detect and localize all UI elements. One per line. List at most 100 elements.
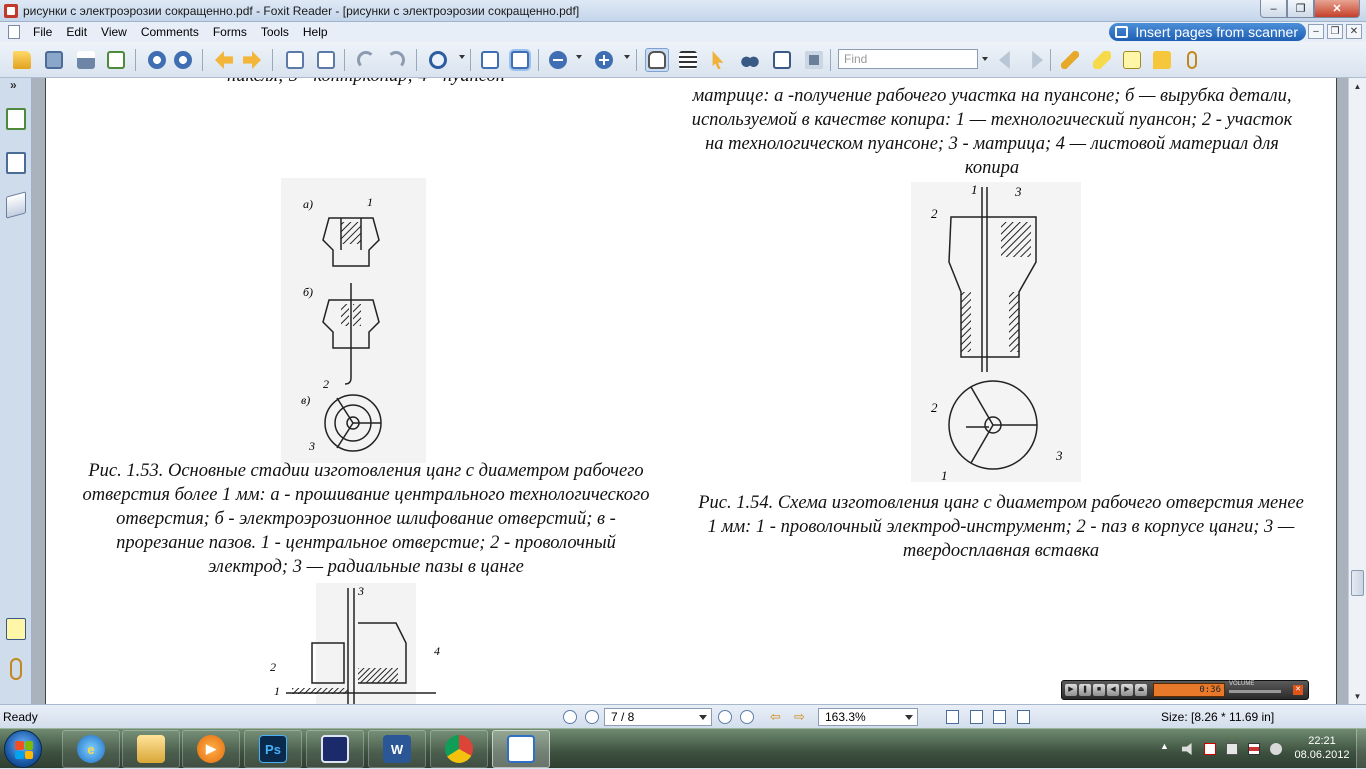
select-annotation-button[interactable] xyxy=(706,48,730,72)
layers-icon[interactable] xyxy=(6,191,26,219)
flag-icon[interactable] xyxy=(1248,743,1260,755)
taskbar-chrome[interactable] xyxy=(430,730,488,768)
bookmarks-icon[interactable] xyxy=(6,108,26,130)
page-number-field[interactable]: 7 / 8 xyxy=(604,708,712,726)
next-page-button[interactable] xyxy=(171,48,195,72)
scroll-thumb[interactable] xyxy=(1351,570,1364,596)
taskbar-internet-explorer[interactable]: e xyxy=(62,730,120,768)
previous-page-icon[interactable] xyxy=(585,710,599,724)
menu-help[interactable]: Help xyxy=(296,22,335,42)
zoom-tool-button[interactable] xyxy=(426,48,450,72)
find-next-button[interactable] xyxy=(1022,48,1046,72)
pause-icon[interactable]: ❚ xyxy=(1079,684,1091,696)
comments-icon[interactable] xyxy=(6,618,26,640)
next-track-icon[interactable]: ▶ xyxy=(1121,684,1133,696)
fit-width-button[interactable] xyxy=(508,48,532,72)
go-forward-icon[interactable]: ⇨ xyxy=(794,709,805,725)
find-input[interactable]: Find xyxy=(838,49,978,69)
doc-restore-button[interactable]: ❐ xyxy=(1327,24,1343,39)
start-button[interactable] xyxy=(4,730,42,768)
expand-panel-icon[interactable]: » xyxy=(10,78,17,92)
fit-page-button[interactable] xyxy=(478,48,502,72)
taskbar-file-explorer[interactable] xyxy=(122,730,180,768)
select-text-button[interactable] xyxy=(676,48,700,72)
close-button[interactable]: ✕ xyxy=(1314,0,1360,18)
eject-icon[interactable]: ⏏ xyxy=(1135,684,1147,696)
next-page-icon[interactable] xyxy=(718,710,732,724)
taskbar-save-app[interactable] xyxy=(306,730,364,768)
doc-minimize-button[interactable]: – xyxy=(1308,24,1324,39)
doc-close-button[interactable]: ✕ xyxy=(1346,24,1362,39)
notification-icon[interactable] xyxy=(1270,743,1282,755)
minimize-button[interactable]: – xyxy=(1260,0,1287,18)
taskbar-foxit-reader[interactable] xyxy=(492,730,550,768)
volume-slider[interactable]: VOLUME xyxy=(1229,681,1289,695)
find-dropdown[interactable] xyxy=(979,49,991,69)
zoom-in-dropdown[interactable] xyxy=(624,55,630,59)
pages-icon[interactable] xyxy=(6,152,26,174)
previous-track-icon[interactable]: ◀ xyxy=(1107,684,1119,696)
stop-icon[interactable]: ■ xyxy=(1093,684,1105,696)
tray-expand-icon[interactable]: ▲ xyxy=(1160,741,1172,753)
chevron-down-icon[interactable] xyxy=(699,715,707,720)
forward-button[interactable] xyxy=(240,48,264,72)
chevron-down-icon[interactable] xyxy=(905,715,913,720)
typewriter-button[interactable] xyxy=(770,48,794,72)
insert-pages-from-scanner-button[interactable]: Insert pages from scanner xyxy=(1109,23,1306,41)
note-tool-button[interactable] xyxy=(1150,48,1174,72)
zoom-out-button[interactable] xyxy=(546,48,570,72)
maximize-button[interactable]: ❐ xyxy=(1287,0,1314,18)
last-page-icon[interactable] xyxy=(740,710,754,724)
attach-file-button[interactable] xyxy=(1180,48,1204,72)
snapshot-button[interactable] xyxy=(802,48,826,72)
open-button[interactable] xyxy=(10,48,34,72)
menu-forms[interactable]: Forms xyxy=(206,22,254,42)
hand-tool-button[interactable] xyxy=(645,48,669,72)
undo-button[interactable] xyxy=(354,48,378,72)
menu-view[interactable]: View xyxy=(94,22,134,42)
network-icon[interactable] xyxy=(1204,743,1216,755)
show-desktop-button[interactable] xyxy=(1356,729,1366,769)
scroll-down-arrow-icon[interactable]: ▼ xyxy=(1350,688,1365,704)
email-button[interactable] xyxy=(104,48,128,72)
power-icon[interactable] xyxy=(1226,743,1238,755)
play-icon[interactable]: ▶ xyxy=(1065,684,1077,696)
find-previous-button[interactable] xyxy=(996,48,1020,72)
back-button[interactable] xyxy=(212,48,236,72)
highlight-tool-button[interactable] xyxy=(1090,48,1114,72)
find-tool-button[interactable] xyxy=(738,48,762,72)
zoom-in-button[interactable] xyxy=(592,48,616,72)
zoom-tool-dropdown[interactable] xyxy=(459,55,465,59)
first-page-icon[interactable] xyxy=(563,710,577,724)
media-close-icon[interactable]: ✕ xyxy=(1293,685,1303,695)
print-button[interactable] xyxy=(74,48,98,72)
menu-file[interactable]: File xyxy=(26,22,59,42)
go-back-icon[interactable]: ⇦ xyxy=(770,709,781,725)
menu-edit[interactable]: Edit xyxy=(59,22,94,42)
text-tool-button[interactable] xyxy=(1120,48,1144,72)
redo-button[interactable] xyxy=(384,48,408,72)
previous-page-button[interactable] xyxy=(145,48,169,72)
save-button[interactable] xyxy=(42,48,66,72)
volume-icon[interactable] xyxy=(1182,743,1192,755)
scroll-up-arrow-icon[interactable]: ▲ xyxy=(1350,78,1365,94)
extract-page-button[interactable] xyxy=(314,48,338,72)
insert-page-button[interactable] xyxy=(283,48,307,72)
continuous-facing-icon[interactable] xyxy=(1017,710,1030,724)
zoom-out-dropdown[interactable] xyxy=(576,55,582,59)
taskbar-media-player[interactable]: ▶ xyxy=(182,730,240,768)
taskbar-clock[interactable]: 22:21 08.06.2012 xyxy=(1290,734,1354,762)
single-page-icon[interactable] xyxy=(946,710,959,724)
taskbar-photoshop[interactable]: Ps xyxy=(244,730,302,768)
menu-tools[interactable]: Tools xyxy=(254,22,296,42)
vertical-scrollbar[interactable]: ▲ ▼ xyxy=(1348,78,1366,704)
menu-comments[interactable]: Comments xyxy=(134,22,206,42)
taskbar-word[interactable]: W xyxy=(368,730,426,768)
document-icon[interactable] xyxy=(8,25,20,39)
continuous-page-icon[interactable] xyxy=(970,710,983,724)
pencil-tool-button[interactable] xyxy=(1058,48,1082,72)
attachments-icon[interactable] xyxy=(10,658,22,680)
zoom-level-field[interactable]: 163.3% xyxy=(818,708,918,726)
facing-pages-icon[interactable] xyxy=(993,710,1006,724)
foxit-app-icon[interactable] xyxy=(4,3,18,18)
